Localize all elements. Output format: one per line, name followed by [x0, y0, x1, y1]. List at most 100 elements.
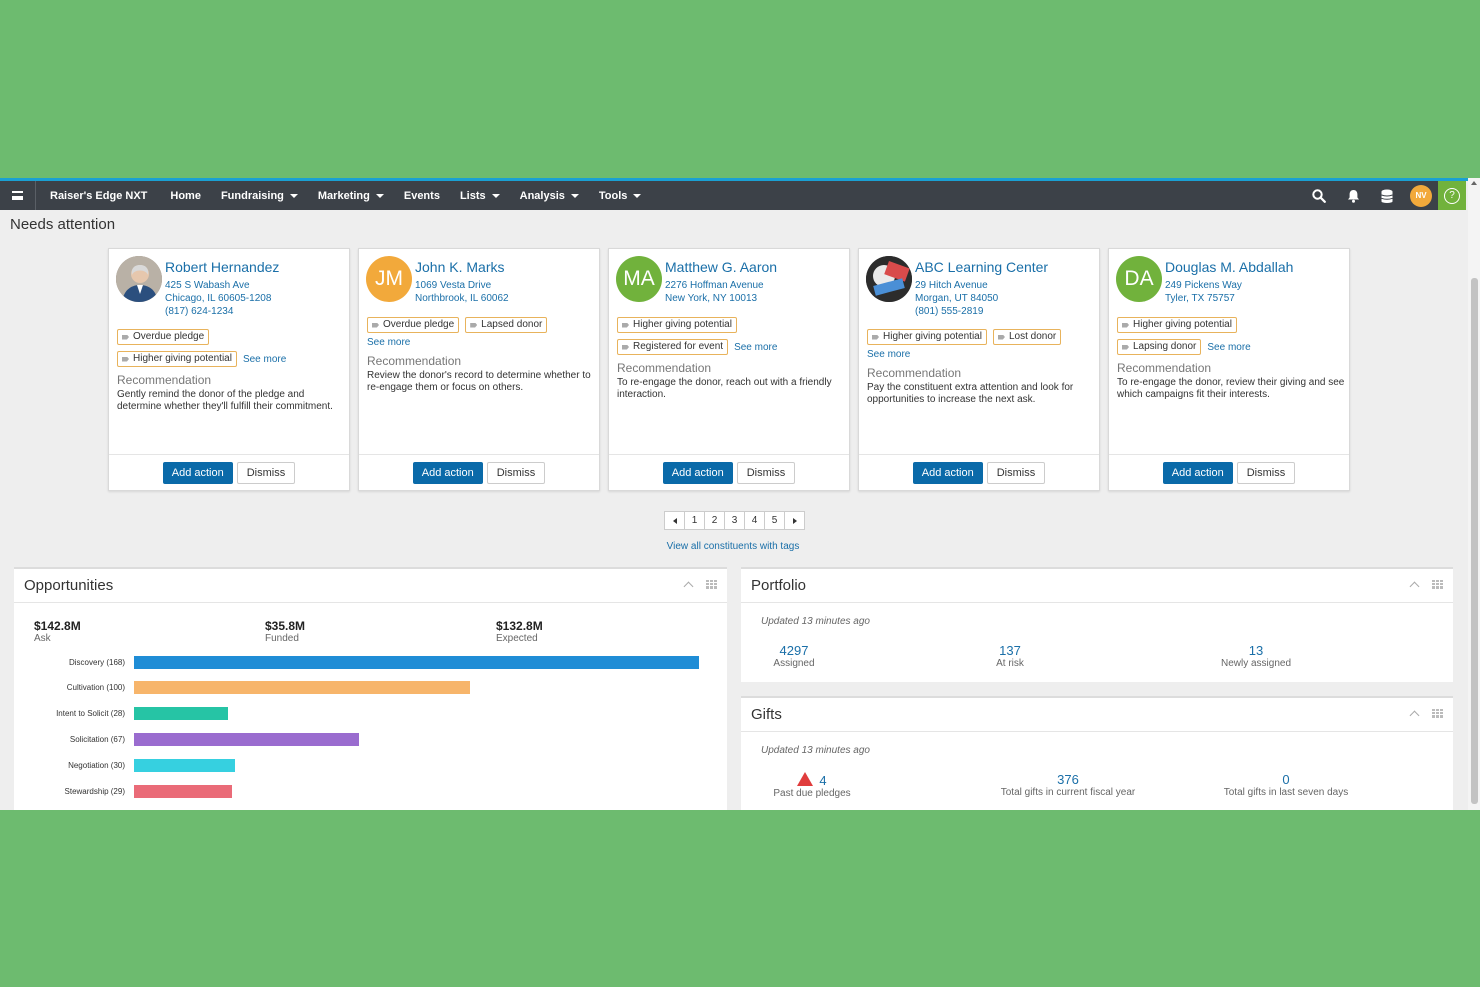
stat-value-link[interactable]: 13: [1146, 643, 1366, 658]
constituent-name-link[interactable]: ABC Learning Center: [915, 259, 1048, 275]
scrollbar-thumb[interactable]: [1471, 278, 1478, 804]
recommendation-text: To re-engage the donor, review their giv…: [1117, 377, 1345, 400]
nav-item-label: Home: [170, 189, 201, 202]
tag-row: Overdue pledge Lapsed donor: [367, 317, 595, 333]
see-more-link[interactable]: See more: [367, 337, 595, 348]
bar-cultivation[interactable]: [134, 681, 471, 695]
pager-prev-button[interactable]: [664, 511, 685, 530]
dismiss-button[interactable]: Dismiss: [486, 461, 546, 484]
constituent-avatar[interactable]: DA: [1116, 256, 1162, 302]
bar-stewardship[interactable]: [134, 784, 232, 798]
pager-next-button[interactable]: [784, 511, 805, 530]
stat-value: 137: [999, 643, 1021, 658]
pager-page-4[interactable]: 4: [744, 511, 765, 530]
main-menu-button[interactable]: [0, 181, 36, 210]
user-avatar[interactable]: NV: [1410, 184, 1432, 207]
vertical-scrollbar[interactable]: [1468, 178, 1480, 810]
add-action-button[interactable]: Add action: [412, 461, 483, 484]
pager-page-5[interactable]: 5: [764, 511, 785, 530]
add-action-button[interactable]: Add action: [1162, 461, 1233, 484]
tile-grid-icon[interactable]: [1432, 709, 1443, 718]
constituent-avatar[interactable]: [116, 256, 162, 302]
stat-value-link[interactable]: 4297: [684, 643, 904, 658]
add-action-button[interactable]: Add action: [912, 461, 983, 484]
stat-value: 0: [1282, 772, 1290, 787]
scroll-up-arrow-icon[interactable]: [1471, 181, 1477, 185]
see-more-link[interactable]: See more: [734, 342, 777, 353]
view-all-link: View all constituents with tags: [0, 541, 1466, 552]
bar-negotiation[interactable]: [134, 758, 235, 772]
stat-value-link[interactable]: 4: [702, 772, 922, 788]
brand-link[interactable]: Raiser's Edge NXT: [50, 190, 147, 202]
constituent-tag[interactable]: Lost donor: [992, 329, 1062, 345]
add-action-button[interactable]: Add action: [162, 461, 233, 484]
constituent-address: 249 Pickens Way Tyler, TX 75757: [1165, 279, 1242, 305]
nav-item-fundraising[interactable]: Fundraising: [221, 190, 298, 202]
nav-item-tools[interactable]: Tools: [599, 190, 642, 202]
nav-item-events[interactable]: Events: [404, 190, 440, 202]
stat-value-link[interactable]: 137: [900, 643, 1120, 658]
nav-item-marketing[interactable]: Marketing: [318, 190, 384, 202]
constituent-tag[interactable]: Overdue pledge: [367, 317, 460, 333]
tag-label: Higher giving potential: [133, 353, 232, 364]
bar-row: Cultivation (100): [14, 681, 471, 695]
notifications-button[interactable]: [1336, 181, 1370, 210]
constituent-tag[interactable]: Higher giving potential: [867, 329, 987, 345]
stat-value-link[interactable]: 376: [958, 772, 1178, 787]
add-action-button[interactable]: Add action: [662, 461, 733, 484]
tile-grid-icon[interactable]: [1432, 580, 1443, 589]
constituent-avatar[interactable]: JM: [366, 256, 412, 302]
tag-label: Registered for event: [633, 341, 724, 352]
pager-page-3[interactable]: 3: [724, 511, 745, 530]
constituent-tag[interactable]: Higher giving potential: [617, 317, 737, 333]
dismiss-button[interactable]: Dismiss: [1236, 461, 1296, 484]
tag-section: Overdue pledge Lapsed donor See more Recomm…: [367, 317, 595, 394]
see-more-link[interactable]: See more: [867, 349, 1095, 360]
stat-label: Total gifts in last seven days: [1223, 787, 1349, 798]
opportunity-bar-chart: Discovery (168) Cultivation (100) Intent t…: [14, 655, 727, 805]
pager-page-2[interactable]: 2: [704, 511, 725, 530]
constituent-name-link[interactable]: John K. Marks: [415, 259, 504, 275]
nav-item-home[interactable]: Home: [170, 190, 201, 202]
collapse-chevron-up-icon[interactable]: [683, 581, 694, 592]
pager-page-1[interactable]: 1: [684, 511, 705, 530]
bar-label: Negotiation (30): [68, 760, 125, 770]
dismiss-button[interactable]: Dismiss: [236, 461, 296, 484]
bar-intent-to-solicit[interactable]: [134, 707, 229, 721]
dismiss-button[interactable]: Dismiss: [986, 461, 1046, 484]
tag-icon: [1122, 344, 1129, 350]
database-button[interactable]: [1370, 181, 1404, 210]
constituent-tag[interactable]: Higher giving potential: [1117, 317, 1237, 333]
nav-item-analysis[interactable]: Analysis: [520, 190, 579, 202]
avatar-initials: DA: [1124, 267, 1154, 290]
stat-value-link[interactable]: 0: [1176, 772, 1396, 787]
caret-down-icon: [570, 193, 579, 198]
constituent-name-link[interactable]: Matthew G. Aaron: [665, 259, 777, 275]
collapse-chevron-up-icon[interactable]: [1409, 710, 1420, 721]
constituent-tag[interactable]: Overdue pledge: [117, 329, 210, 345]
see-more-link[interactable]: See more: [1207, 342, 1250, 353]
constituent-name-link[interactable]: Robert Hernandez: [165, 259, 279, 275]
bar-solicitation[interactable]: [134, 732, 360, 746]
help-button[interactable]: ?: [1438, 181, 1466, 210]
stat-label: Newly assigned: [1220, 658, 1292, 669]
constituent-tag[interactable]: Lapsing donor: [1117, 339, 1202, 355]
stat-value: 4297: [779, 643, 809, 658]
constituent-tag[interactable]: Higher giving potential: [117, 351, 237, 367]
nav-item-lists[interactable]: Lists: [460, 190, 500, 202]
bar-row: Solicitation (67): [14, 732, 360, 746]
see-more-link[interactable]: See more: [243, 354, 286, 365]
constituent-tag[interactable]: Lapsed donor: [465, 317, 548, 333]
constituent-address: 425 S Wabash Ave Chicago, IL 60605-1208 (8…: [165, 279, 271, 318]
constituent-avatar[interactable]: MA: [616, 256, 662, 302]
tile-grid-icon[interactable]: [706, 580, 717, 589]
constituent-name-link[interactable]: Douglas M. Abdallah: [1165, 259, 1293, 275]
collapse-chevron-up-icon[interactable]: [1409, 581, 1420, 592]
constituent-tag[interactable]: Registered for event: [617, 339, 729, 355]
bar-discovery[interactable]: [134, 655, 699, 669]
view-all-constituents-link[interactable]: View all constituents with tags: [667, 541, 800, 552]
dismiss-button[interactable]: Dismiss: [736, 461, 796, 484]
nav-item-label: Tools: [598, 189, 628, 202]
constituent-avatar[interactable]: [866, 256, 912, 302]
search-button[interactable]: [1302, 181, 1336, 210]
